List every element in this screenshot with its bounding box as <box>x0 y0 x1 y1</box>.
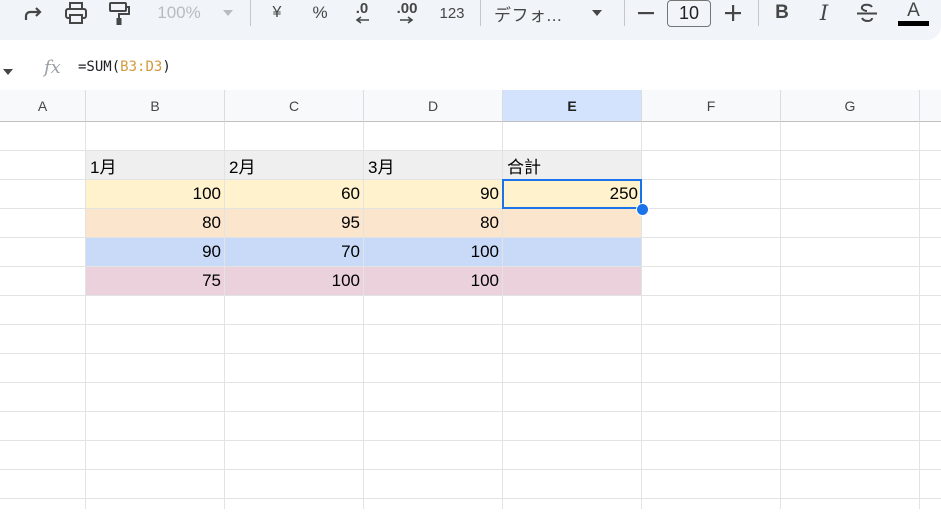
column-header-e[interactable]: E <box>503 90 642 122</box>
row-gridline <box>0 353 941 354</box>
column-header-a[interactable]: A <box>0 90 86 122</box>
arrow-right-icon <box>400 16 414 24</box>
increase-decimal-label: .00 <box>396 0 418 17</box>
row-gridline <box>0 440 941 441</box>
name-box-dropdown-icon[interactable] <box>2 63 14 81</box>
table-cell[interactable]: 70 <box>225 238 363 266</box>
formula-bar: fx =SUM(B3:D3) <box>0 50 941 88</box>
decrease-decimal-button[interactable]: .0 <box>346 0 378 26</box>
increase-decimal-button[interactable]: .00 <box>390 0 424 26</box>
toolbar-divider <box>250 0 251 26</box>
strikethrough-icon <box>857 3 877 22</box>
arrow-left-icon <box>355 16 369 24</box>
table-cell[interactable]: 100 <box>225 267 363 295</box>
table-cell[interactable] <box>503 209 641 237</box>
column-header-b[interactable]: B <box>86 90 225 122</box>
chevron-down-icon[interactable] <box>586 0 608 26</box>
table-cell[interactable] <box>503 267 641 295</box>
toolbar-divider <box>480 0 481 26</box>
table-cell[interactable]: 95 <box>225 209 363 237</box>
active-cell-selection <box>502 179 642 209</box>
number-format-button[interactable]: 123 <box>434 0 470 26</box>
table-cell[interactable]: 90 <box>86 238 224 266</box>
table-cell[interactable]: 100 <box>86 180 224 208</box>
toolbar-divider <box>758 0 759 26</box>
row-gridline <box>0 469 941 470</box>
row-gridline <box>0 324 941 325</box>
row-gridline <box>0 295 941 296</box>
column-gridline <box>780 122 781 509</box>
fx-icon: fx <box>44 57 61 78</box>
paint-format-icon[interactable] <box>104 0 134 26</box>
table-header-cell[interactable]: 2月 <box>225 151 363 179</box>
table-cell[interactable]: 90 <box>364 180 502 208</box>
redo-icon[interactable] <box>18 0 46 26</box>
formula-range-ref: B3:D3 <box>120 59 163 75</box>
font-size-input[interactable]: 10 <box>667 0 711 27</box>
zoom-select[interactable]: 100% <box>148 0 210 26</box>
bold-button[interactable]: B <box>768 0 796 26</box>
column-header-d[interactable]: D <box>364 90 503 122</box>
column-header-c[interactable]: C <box>225 90 364 122</box>
decrease-decimal-label: .0 <box>355 0 369 17</box>
table-cell[interactable]: 60 <box>225 180 363 208</box>
column-header-g[interactable]: G <box>781 90 920 122</box>
table-cell[interactable]: 100 <box>364 267 502 295</box>
row-gridline <box>0 498 941 499</box>
table-header-cell[interactable]: 1月 <box>86 151 224 179</box>
formula-suffix: ) <box>162 59 171 75</box>
table-cell[interactable]: 80 <box>86 209 224 237</box>
fill-handle[interactable] <box>636 203 649 216</box>
table-cell[interactable]: 75 <box>86 267 224 295</box>
table-header-cell[interactable]: 合計 <box>503 151 641 179</box>
table-cell[interactable]: 100 <box>364 238 502 266</box>
increase-font-size-button[interactable] <box>720 0 746 26</box>
percent-button[interactable]: % <box>304 0 336 26</box>
font-select[interactable]: デフォ... <box>494 0 580 26</box>
toolbar-divider <box>624 0 625 26</box>
row-gridline <box>0 382 941 383</box>
chevron-down-icon[interactable] <box>218 0 238 26</box>
text-color-swatch <box>898 21 929 26</box>
strikethrough-button[interactable] <box>852 0 882 26</box>
toolbar: 100% ¥ % .0 .00 123 デフォ... 10 B I A <box>0 0 941 40</box>
formula-input[interactable]: =SUM(B3:D3) <box>78 59 171 75</box>
minus-icon <box>638 12 654 15</box>
decrease-font-size-button[interactable] <box>634 0 658 26</box>
table-header-cell[interactable]: 3月 <box>364 151 502 179</box>
column-header-partial[interactable] <box>920 90 941 122</box>
text-color-button[interactable]: A <box>898 0 929 22</box>
currency-button[interactable]: ¥ <box>262 0 292 26</box>
row-gridline <box>0 411 941 412</box>
italic-button[interactable]: I <box>810 0 838 26</box>
column-header-f[interactable]: F <box>642 90 781 122</box>
column-gridline <box>919 122 920 509</box>
table-cell[interactable] <box>503 238 641 266</box>
table-cell[interactable]: 80 <box>364 209 502 237</box>
formula-prefix: =SUM( <box>78 59 121 75</box>
print-icon[interactable] <box>60 0 92 26</box>
plus-icon <box>725 5 741 21</box>
